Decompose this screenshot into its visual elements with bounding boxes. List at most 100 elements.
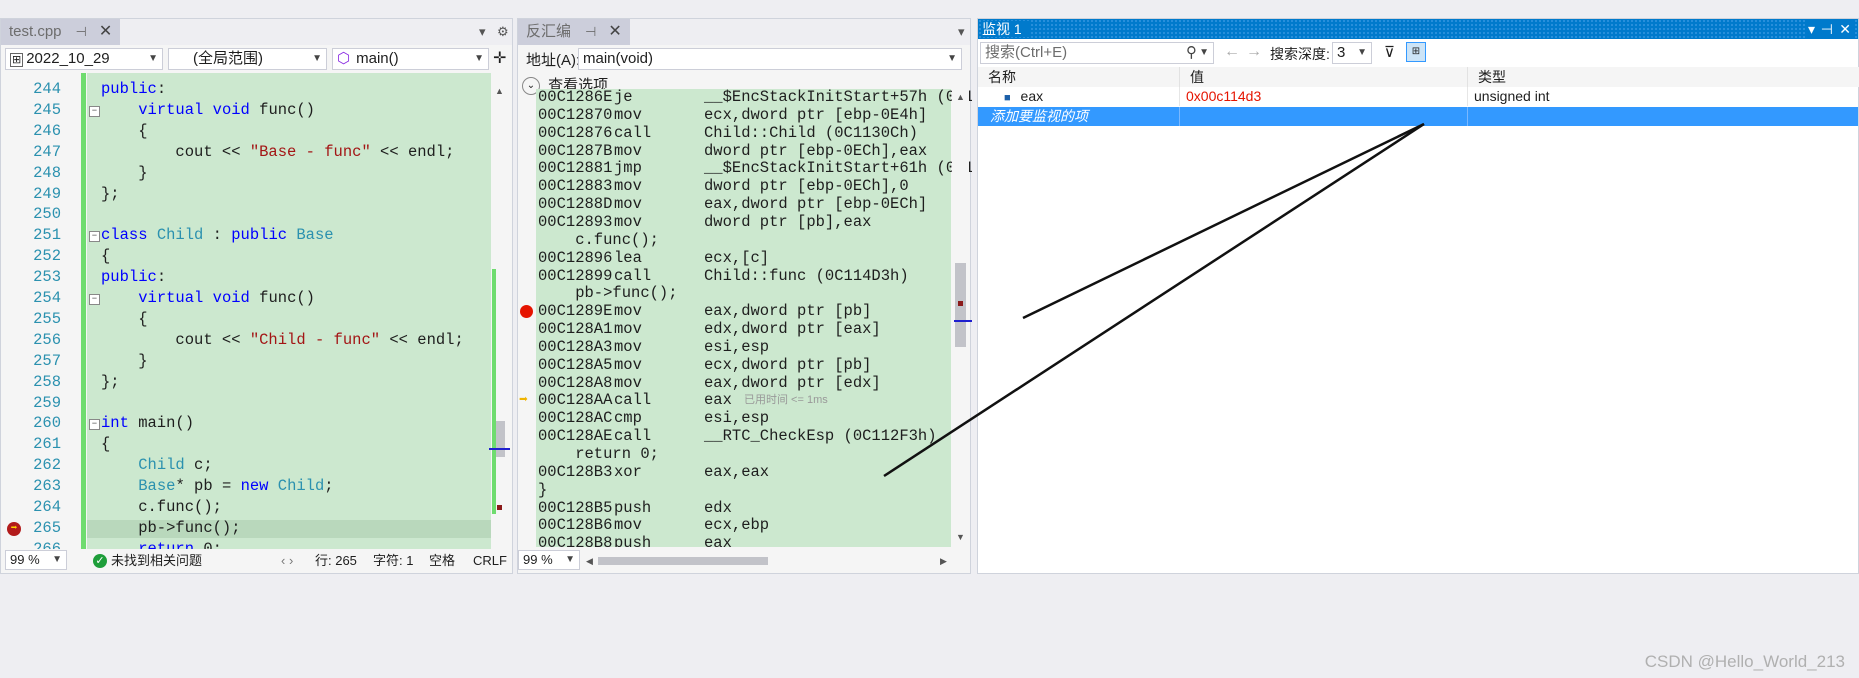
- watch-row-value[interactable]: 0x00c114d3: [1180, 87, 1468, 106]
- watch-row[interactable]: ■ eax 0x00c114d3 unsigned int: [978, 87, 1858, 106]
- scroll-up-icon[interactable]: ▲: [491, 83, 508, 99]
- asm-line[interactable]: 00C128B3 xor eax,eax: [518, 463, 972, 482]
- code-line[interactable]: 252 {: [1, 247, 514, 266]
- close-icon[interactable]: ✕: [608, 23, 621, 40]
- asm-line[interactable]: 00C1288D mov eax,dword ptr [ebp-0ECh]: [518, 195, 972, 214]
- code-line[interactable]: 258};: [1, 373, 514, 392]
- asm-line[interactable]: 00C128A5 mov ecx,dword ptr [pb]: [518, 356, 972, 375]
- code-line[interactable]: 266 return 0;: [1, 540, 514, 549]
- column-header-type[interactable]: 类型: [1468, 67, 1859, 87]
- pin-icon[interactable]: ⊣: [76, 24, 87, 39]
- zoom-combo[interactable]: 99 % ▼: [5, 550, 67, 570]
- asm-line[interactable]: 00C1287B mov dword ptr [ebp-0ECh],eax: [518, 142, 972, 161]
- horizontal-scroll-thumb[interactable]: [598, 557, 768, 565]
- code-line[interactable]: 254 − virtual void func(): [1, 289, 514, 308]
- code-line[interactable]: 261 {: [1, 435, 514, 454]
- asm-line[interactable]: 00C12893 mov dword ptr [pb],eax: [518, 213, 972, 232]
- code-line[interactable]: 245 − virtual void func(): [1, 101, 514, 120]
- code-line[interactable]: 253 public:: [1, 268, 514, 287]
- code-line[interactable]: 255 {: [1, 310, 514, 329]
- function-combo[interactable]: ⬡ main() ▼: [332, 48, 489, 70]
- column-header-name[interactable]: 名称: [978, 67, 1180, 87]
- split-icon[interactable]: ✛: [493, 48, 506, 68]
- code-line[interactable]: 251 − class Child : public Base: [1, 226, 514, 245]
- asm-line[interactable]: 00C12876 call Child::Child (0C1130Ch): [518, 124, 972, 143]
- asm-line[interactable]: 00C12881jmp __$EncStackInitStart+61h (0C1…: [518, 160, 972, 178]
- collapse-icon[interactable]: −: [89, 231, 100, 243]
- window-menu-icon[interactable]: ▾: [1804, 19, 1818, 39]
- scroll-thumb[interactable]: [496, 421, 505, 457]
- asm-source-line[interactable]: c.func();: [518, 231, 972, 250]
- search-icon[interactable]: ⚲: [1186, 43, 1197, 63]
- code-line[interactable]: 257 }: [1, 352, 514, 371]
- tab-disassembly[interactable]: 反汇编 ⊣ ✕: [518, 19, 630, 45]
- search-back-icon[interactable]: ←: [1224, 43, 1240, 61]
- collapse-icon[interactable]: −: [89, 294, 100, 305]
- asm-line[interactable]: 00C1286Eje __$EncStackInitStart+57h (0C12…: [518, 89, 972, 107]
- scroll-left-icon[interactable]: ◀: [586, 549, 593, 573]
- horizontal-scrollbar[interactable]: [598, 557, 938, 565]
- asm-line[interactable]: 00C128AE call __RTC_CheckEsp (0C112F3h): [518, 427, 972, 446]
- asm-line[interactable]: 00C1289E mov eax,dword ptr [pb]: [518, 302, 972, 321]
- code-line[interactable]: 248 }: [1, 164, 514, 183]
- breakpoint-icon[interactable]: [520, 305, 533, 319]
- watch-search-box[interactable]: 搜索(Ctrl+E) ⚲ ▼: [980, 42, 1214, 64]
- pin-icon[interactable]: ⊣: [1817, 19, 1836, 39]
- add-watch-row[interactable]: 添加要监视的项: [978, 107, 1858, 126]
- tab-dropdown-icon[interactable]: ▾: [958, 19, 965, 45]
- disassembly-area[interactable]: 00C1286Eje __$EncStackInitStart+57h (0C12…: [518, 89, 972, 547]
- chevron-down-icon[interactable]: ▼: [1199, 43, 1209, 63]
- code-line[interactable]: 247 cout << "Base - func" << endl;: [1, 143, 514, 162]
- code-line[interactable]: 259: [1, 394, 514, 413]
- scroll-right-icon[interactable]: ▶: [940, 549, 947, 573]
- vertical-scrollbar[interactable]: ▲ ▼: [952, 89, 972, 547]
- gear-icon[interactable]: ⚙: [497, 19, 509, 45]
- asm-line[interactable]: 00C128B6 mov ecx,ebp: [518, 517, 972, 535]
- nav-arrows-icon[interactable]: ‹ ›: [281, 549, 293, 573]
- collapse-icon[interactable]: −: [89, 105, 100, 117]
- code-line[interactable]: 256 cout << "Child - func" << endl;: [1, 331, 514, 350]
- scroll-down-icon[interactable]: ▼: [952, 529, 969, 545]
- filter-icon[interactable]: ⊽: [1384, 43, 1395, 61]
- code-line[interactable]: 250: [1, 206, 514, 224]
- asm-line[interactable]: 00C128B8 push eax: [518, 534, 972, 547]
- column-header-value[interactable]: 值: [1180, 67, 1468, 87]
- search-forward-icon[interactable]: →: [1246, 43, 1262, 61]
- watch-title-bar[interactable]: 监视 1 ▾ ⊣ ✕: [978, 19, 1858, 39]
- asm-source-line[interactable]: pb->func();: [518, 285, 972, 303]
- tab-test-cpp[interactable]: test.cpp ⊣ ✕: [1, 19, 121, 45]
- code-line[interactable]: 260 − int main(): [1, 414, 514, 433]
- collapse-icon[interactable]: −: [89, 419, 100, 431]
- close-icon[interactable]: ✕: [1836, 19, 1854, 39]
- asm-line[interactable]: ➡ 00C128AA call eax 已用时间 <= 1ms: [518, 392, 972, 410]
- address-combo[interactable]: main(void) ▼: [578, 48, 962, 70]
- asm-source-line[interactable]: }: [518, 481, 972, 500]
- asm-line[interactable]: 00C12870 mov ecx,dword ptr [ebp-0E4h]: [518, 106, 972, 125]
- code-line[interactable]: 263 Base* pb = new Child;: [1, 477, 514, 496]
- search-depth-combo[interactable]: 3 ▼: [1332, 42, 1372, 64]
- code-line[interactable]: 262 Child c;: [1, 456, 514, 475]
- asm-line[interactable]: 00C12899 call Child::func (0C114D3h): [518, 267, 972, 286]
- asm-line[interactable]: 00C12883 mov dword ptr [ebp-0ECh],0: [518, 177, 972, 196]
- asm-line[interactable]: 00C128A8 mov eax,dword ptr [edx]: [518, 374, 972, 393]
- asm-source-line[interactable]: return 0;: [518, 445, 972, 464]
- hex-display-icon[interactable]: ⊞: [1406, 42, 1426, 62]
- asm-line[interactable]: 00C128A1 mov edx,dword ptr [eax]: [518, 320, 972, 339]
- code-line[interactable]: ➡ 265 pb->func();: [1, 519, 514, 538]
- zoom-combo[interactable]: 99 % ▼: [518, 550, 580, 570]
- scope-combo[interactable]: (全局范围) ▼: [168, 48, 327, 70]
- project-combo[interactable]: ⊞ 2022_10_29 ▼: [5, 48, 163, 70]
- pin-icon[interactable]: ⊣: [585, 24, 596, 39]
- asm-line[interactable]: 00C128B5 push edx: [518, 499, 972, 518]
- code-area[interactable]: 244 public: 245− virtual void func() 246 {2…: [1, 73, 514, 549]
- asm-line[interactable]: 00C128A3 mov esi,esp: [518, 338, 972, 357]
- code-line[interactable]: 264 c.func();: [1, 498, 514, 517]
- asm-line[interactable]: 00C128AC cmp esi,esp: [518, 409, 972, 428]
- add-watch-item[interactable]: 添加要监视的项: [978, 107, 1180, 126]
- close-icon[interactable]: ✕: [99, 23, 112, 40]
- tab-dropdown-icon[interactable]: ▾: [479, 19, 486, 45]
- code-line[interactable]: 249};: [1, 185, 514, 204]
- issues-status[interactable]: 未找到相关问题: [111, 549, 202, 573]
- vertical-scrollbar[interactable]: ▲ ▼: [489, 73, 510, 549]
- code-line[interactable]: 246 {: [1, 122, 514, 141]
